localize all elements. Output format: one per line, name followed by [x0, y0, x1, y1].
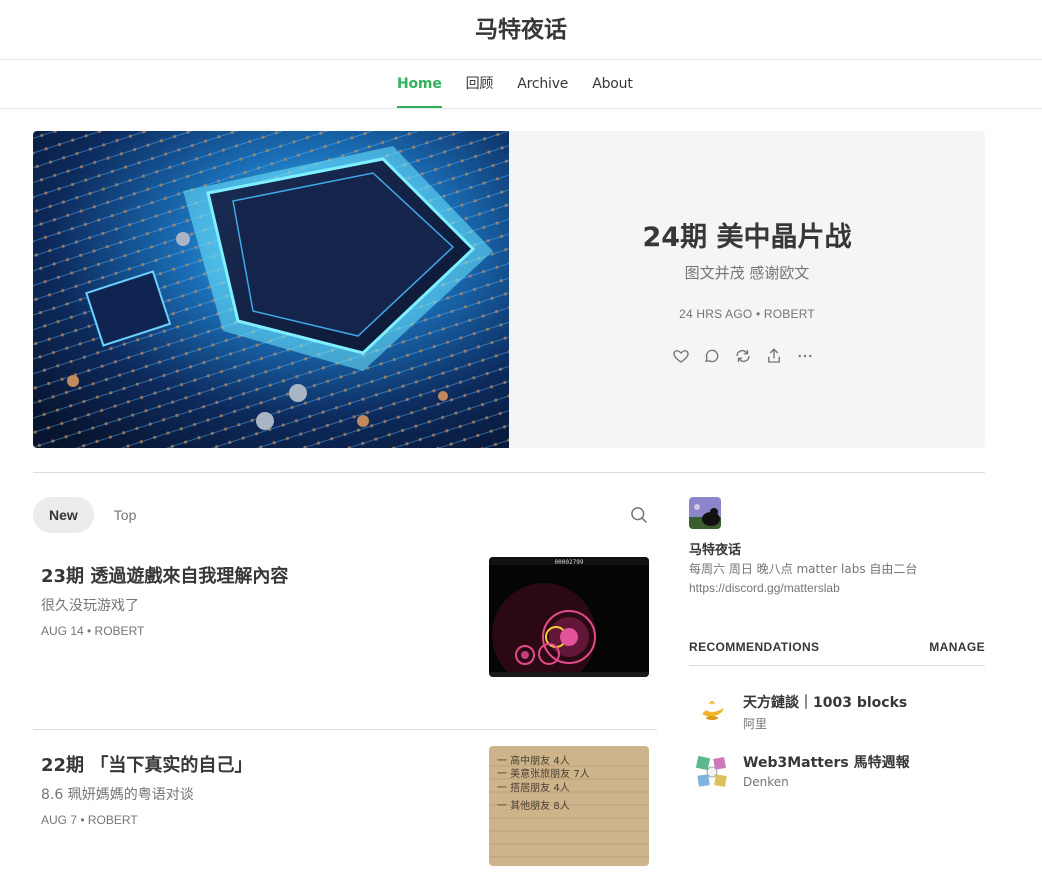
lamp-icon — [694, 694, 730, 730]
search-icon[interactable] — [629, 505, 649, 525]
web3matters-logo-icon — [694, 754, 730, 790]
post-title[interactable]: 23期 透過遊戲來自我理解內容 — [41, 562, 288, 588]
publication-name[interactable]: 马特夜话 — [689, 539, 741, 558]
manage-button[interactable]: MANAGE — [929, 640, 985, 654]
post-item[interactable]: 23期 透過遊戲來自我理解內容 很久没玩游戏了 AUG 14 • ROBERT … — [33, 557, 657, 677]
recommendations-title: RECOMMENDATIONS — [689, 640, 820, 654]
restack-icon[interactable] — [734, 347, 752, 365]
featured-post-subtitle: 图文并茂 感谢欧文 — [684, 264, 810, 282]
post-title[interactable]: 22期 「当下真实的自己」 — [41, 751, 252, 777]
note-line: 一 美意张旅朋友 7人 — [497, 767, 590, 780]
post-meta: AUG 7 • ROBERT — [41, 813, 138, 827]
featured-post-body: 24期 美中晶片战 图文并茂 感谢欧文 24 HRS AGO • ROBERT — [509, 131, 985, 448]
post-sort-tabs: New Top — [33, 497, 152, 533]
recommendations-header: RECOMMENDATIONS MANAGE — [689, 640, 985, 666]
comment-icon[interactable] — [703, 347, 721, 365]
recommendation-item[interactable]: 天方鏈談｜1003 blocks 阿里 — [689, 692, 985, 736]
main-nav: Home 回顾 Archive About — [0, 60, 1042, 109]
post-item[interactable]: 22期 「当下真实的自己」 8.6 珮妍媽媽的粤语对谈 AUG 7 • ROBE… — [33, 746, 657, 866]
note-line: 一 搭居朋友 4人 — [497, 781, 570, 794]
nav-item-review[interactable]: 回顾 — [466, 60, 494, 108]
nav-item-home[interactable]: Home — [397, 60, 442, 108]
recommendation-name[interactable]: 天方鏈談｜1003 blocks — [743, 692, 907, 712]
section-divider — [33, 472, 985, 473]
tab-top[interactable]: Top — [98, 497, 153, 533]
post-subtitle: 8.6 珮妍媽媽的粤语对谈 — [41, 787, 194, 803]
publication-description: 每周六 周日 晚八点 matter labs 自由二台 — [689, 562, 918, 576]
nav-item-about[interactable]: About — [592, 60, 633, 108]
thumb-score: 00002799 — [555, 559, 584, 566]
recommendation-name[interactable]: Web3Matters 馬特週報 — [743, 752, 910, 772]
recommendation-item[interactable]: Web3Matters 馬特週報 Denken — [689, 752, 985, 796]
featured-post-title[interactable]: 24期 美中晶片战 — [509, 215, 985, 254]
post-thumbnail[interactable]: 一 高中朋友 4人 一 美意张旅朋友 7人 一 搭居朋友 4人 一 其他朋友 8… — [489, 746, 649, 866]
nav-item-archive[interactable]: Archive — [517, 60, 568, 108]
recommendation-author: 阿里 — [743, 717, 768, 731]
note-line: 一 高中朋友 4人 — [497, 754, 570, 767]
note-line: 一 其他朋友 8人 — [497, 799, 570, 812]
featured-post-meta: 24 HRS AGO • ROBERT — [679, 307, 815, 321]
post-actions — [672, 347, 814, 365]
publication-link[interactable]: https://discord.gg/matterslab — [689, 581, 840, 595]
site-header: 马特夜话 — [0, 0, 1042, 60]
post-thumbnail[interactable]: 00002799 — [489, 557, 649, 677]
publication-logo[interactable] — [689, 497, 721, 529]
featured-post[interactable]: 24期 美中晶片战 图文并茂 感谢欧文 24 HRS AGO • ROBERT — [33, 131, 985, 448]
more-icon[interactable] — [796, 347, 814, 365]
share-icon[interactable] — [765, 347, 783, 365]
heart-icon[interactable] — [672, 347, 690, 365]
site-title[interactable]: 马特夜话 — [0, 10, 1042, 44]
post-divider — [33, 729, 657, 730]
featured-post-image[interactable] — [33, 131, 509, 448]
tab-new[interactable]: New — [33, 497, 94, 533]
post-subtitle: 很久没玩游戏了 — [41, 598, 139, 614]
post-meta: AUG 14 • ROBERT — [41, 624, 145, 638]
recommendation-author: Denken — [743, 775, 789, 789]
